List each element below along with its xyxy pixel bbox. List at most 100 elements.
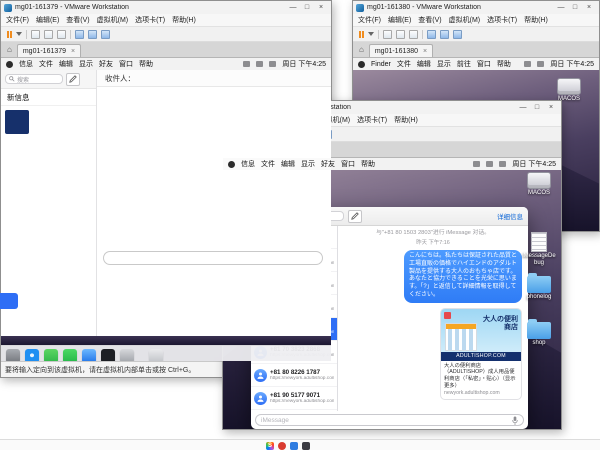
mac-menu-help[interactable]: 帮助 [361,159,375,169]
menubar-clock[interactable]: 周日 下午4:25 [550,59,594,69]
pause-vm-icon[interactable] [7,31,12,38]
details-button[interactable]: 详细信息 [497,211,523,221]
messages-icon[interactable] [44,349,58,361]
mic-icon[interactable] [512,416,518,425]
contact-avatar[interactable] [5,110,29,134]
safari-icon[interactable] [25,349,39,361]
mac-menu-app[interactable]: 信息 [241,159,255,169]
menu-vm[interactable]: 虚拟机(M) [449,15,481,25]
revert-snapshot-icon[interactable] [44,30,53,39]
settings-icon[interactable] [120,349,134,361]
menu-edit[interactable]: 编辑(E) [36,15,59,25]
menu-tabs[interactable]: 选项卡(T) [357,115,387,125]
console-view-icon[interactable] [88,30,97,39]
fullscreen-icon[interactable] [101,30,110,39]
close-button[interactable]: × [544,101,558,114]
mac-menu-app[interactable]: Finder [371,61,391,68]
mac-menu-edit[interactable]: 编辑 [281,159,295,169]
tab-close-icon[interactable]: × [71,48,75,55]
terminal-icon[interactable] [101,349,115,361]
window-titlebar[interactable]: mg01-161379 - VMware Workstation — □ × [1,1,331,14]
mac-menu-app[interactable]: 信息 [19,59,33,69]
mac-menu-buddies[interactable]: 好友 [321,159,335,169]
wifi-icon[interactable] [486,161,493,167]
manage-snapshots-icon[interactable] [57,30,66,39]
blue-badge[interactable] [0,293,18,309]
wifi-icon[interactable] [243,61,250,67]
home-tab-icon[interactable]: ⌂ [5,43,14,57]
maximize-button[interactable]: □ [568,1,582,14]
maximize-button[interactable]: □ [530,101,544,114]
new-message-row[interactable]: 新信息 [1,89,96,106]
revert-snapshot-icon[interactable] [396,30,405,39]
snapshot-icon[interactable] [31,30,40,39]
facetime-icon[interactable] [63,349,77,361]
mail-icon[interactable] [82,349,96,361]
console-view-icon[interactable] [440,30,449,39]
desktop-icon-macos-disk[interactable]: MACOS [521,172,557,197]
power-dropdown-icon[interactable] [16,32,22,36]
menu-tabs[interactable]: 选项卡(T) [135,15,165,25]
close-button[interactable]: × [314,1,328,14]
snapshot-icon[interactable] [383,30,392,39]
home-tab-icon[interactable]: ⌂ [357,43,366,57]
mac-menu-edit[interactable]: 编辑 [417,59,431,69]
apple-menu-icon[interactable] [6,61,13,68]
bluetooth-icon[interactable] [473,161,480,167]
message-input[interactable]: iMessage [255,414,524,426]
search-field[interactable]: 搜索 [5,74,63,84]
taskbar-browser-icon[interactable] [278,442,286,450]
menu-tabs[interactable]: 选项卡(T) [487,15,517,25]
launchpad-icon[interactable] [6,349,20,361]
minimize-button[interactable]: — [516,101,530,114]
manage-snapshots-icon[interactable] [409,30,418,39]
conversation-row[interactable]: +81 80 8226 1787https://newyork.adultish… [251,364,337,387]
mac-menu-view[interactable]: 显示 [79,59,93,69]
wifi-icon[interactable] [524,61,531,67]
menu-help[interactable]: 帮助(H) [524,15,548,25]
mac-menu-edit[interactable]: 编辑 [59,59,73,69]
link-preview-card[interactable]: 大人の便利商店 ADULTISHOP.COM 大人の便利商店（ADULTISHO… [440,308,522,400]
desktop-icon-imessagedebug[interactable]: iMessageDebug [521,232,557,266]
vm-tab[interactable]: mg01-161379 × [17,44,81,57]
show-library-icon[interactable] [427,30,436,39]
mac-menu-go[interactable]: 前往 [457,59,471,69]
menu-view[interactable]: 查看(V) [66,15,89,25]
minimize-button[interactable]: — [554,1,568,14]
menubar-clock[interactable]: 周日 下午4:25 [512,159,556,169]
mac-menu-view[interactable]: 显示 [437,59,451,69]
menubar-clock[interactable]: 周日 下午4:25 [282,59,326,69]
mac-menu-file[interactable]: 文件 [397,59,411,69]
power-dropdown-icon[interactable] [368,32,374,36]
mac-menu-buddies[interactable]: 好友 [99,59,113,69]
menu-file[interactable]: 文件(F) [6,15,29,25]
minimize-button[interactable]: — [286,1,300,14]
battery-icon[interactable] [537,61,544,67]
mac-menu-window[interactable]: 窗口 [341,159,355,169]
mac-menu-file[interactable]: 文件 [261,159,275,169]
trash-icon[interactable] [149,349,163,361]
menu-help[interactable]: 帮助(H) [394,115,418,125]
compose-button[interactable] [348,210,362,223]
battery-icon[interactable] [499,161,506,167]
taskbar-explorer-icon[interactable] [302,442,310,450]
desktop-icon-macos-disk[interactable]: MACOS [551,78,587,103]
mac-menu-window[interactable]: 窗口 [477,59,491,69]
menu-view[interactable]: 查看(V) [418,15,441,25]
mac-menu-window[interactable]: 窗口 [119,59,133,69]
close-button[interactable]: × [582,1,596,14]
mac-menu-help[interactable]: 帮助 [139,59,153,69]
menu-edit[interactable]: 编辑(E) [388,15,411,25]
desktop-icon-phonelog[interactable]: phonelog [521,276,557,301]
sogou-input-icon[interactable]: S [266,442,274,450]
tab-close-icon[interactable]: × [423,48,427,55]
desktop-icon-shop[interactable]: shop [521,322,557,347]
window-titlebar[interactable]: mg01-161380 - VMware Workstation — □ × [353,1,599,14]
menu-file[interactable]: 文件(F) [358,15,381,25]
taskbar-app-icon[interactable] [290,442,298,450]
menu-help[interactable]: 帮助(H) [172,15,196,25]
maximize-button[interactable]: □ [300,1,314,14]
spotlight-icon[interactable] [269,61,276,67]
menu-vm[interactable]: 虚拟机(M) [97,15,129,25]
apple-menu-icon[interactable] [228,161,235,168]
